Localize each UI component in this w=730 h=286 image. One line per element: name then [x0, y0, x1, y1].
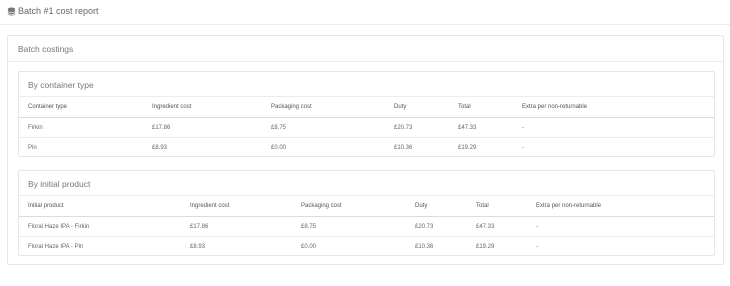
table-row: Firkin £17.86 £8.75 £20.73 £47.33 -: [19, 117, 714, 138]
column-header: Duty: [385, 97, 449, 118]
table-cell: -: [527, 216, 714, 237]
table-cell: £0.00: [271, 144, 287, 151]
column-header: Packaging cost: [262, 97, 385, 118]
page-title: Batch #1 cost report: [7, 6, 99, 17]
table-cell: Firkin: [19, 117, 143, 138]
table-cell: -: [513, 117, 714, 138]
table-row: Pin £8.93 £0.00 £10.36 £19.29 -: [19, 138, 714, 158]
table-row: Floral Haze IPA - Pin £8.93 £0.00 £10.36…: [19, 237, 714, 257]
table-cell: £10.36: [415, 243, 434, 250]
table-cell: £17.86: [181, 216, 292, 237]
column-header: Packaging cost: [292, 196, 406, 217]
table-cell: £20.73: [406, 216, 467, 237]
database-icon: [7, 7, 16, 16]
table-header-row: Container type Ingredient cost Packaging…: [19, 97, 714, 118]
batch-costings-heading: Batch costings: [18, 44, 74, 54]
initial-product-table: Initial product Ingredient cost Packagin…: [19, 196, 714, 256]
table-cell: £0.00: [301, 243, 317, 250]
table-cell: £47.33: [467, 216, 527, 237]
section-heading: By container type: [28, 80, 94, 90]
table-cell: £8.93: [190, 243, 206, 250]
table-cell: £8.93: [152, 144, 168, 151]
page-header: Batch #1 cost report: [0, 0, 730, 25]
table-cell: £8.75: [292, 216, 406, 237]
table-cell: £8.75: [262, 117, 385, 138]
table-cell: £19.29: [458, 144, 477, 151]
column-header: Ingredient cost: [143, 97, 262, 118]
container-type-table: Container type Ingredient cost Packaging…: [19, 97, 714, 157]
table-header-row: Initial product Ingredient cost Packagin…: [19, 196, 714, 217]
column-header: Total: [449, 97, 513, 118]
table-cell: Floral Haze IPA - Pin: [28, 243, 84, 250]
table-cell: £47.33: [449, 117, 513, 138]
by-container-type-panel: By container type Container type Ingredi…: [18, 71, 715, 157]
column-header: Container type: [19, 97, 143, 118]
column-header: Duty: [406, 196, 467, 217]
table-cell: £19.29: [476, 243, 495, 250]
table-row: Floral Haze IPA - Firkin £17.86 £8.75 £2…: [19, 216, 714, 237]
page-title-text: Batch #1 cost report: [18, 6, 99, 16]
table-cell: £17.86: [143, 117, 262, 138]
table-cell: Pin: [28, 144, 37, 151]
column-header: Extra per non-returnable: [527, 196, 714, 217]
by-initial-product-panel: By initial product Initial product Ingre…: [18, 170, 715, 256]
section-heading: By initial product: [28, 179, 91, 189]
table-cell: -: [536, 243, 538, 250]
column-header: Total: [467, 196, 527, 217]
divider: [8, 61, 723, 62]
table-cell: £10.36: [394, 144, 413, 151]
batch-costings-panel: Batch costings By container type Contain…: [7, 35, 724, 265]
table-cell: £20.73: [385, 117, 449, 138]
table-cell: -: [522, 144, 524, 151]
column-header: Ingredient cost: [181, 196, 292, 217]
column-header: Initial product: [19, 196, 181, 217]
column-header: Extra per non-returnable: [513, 97, 714, 118]
table-cell: Floral Haze IPA - Firkin: [19, 216, 181, 237]
